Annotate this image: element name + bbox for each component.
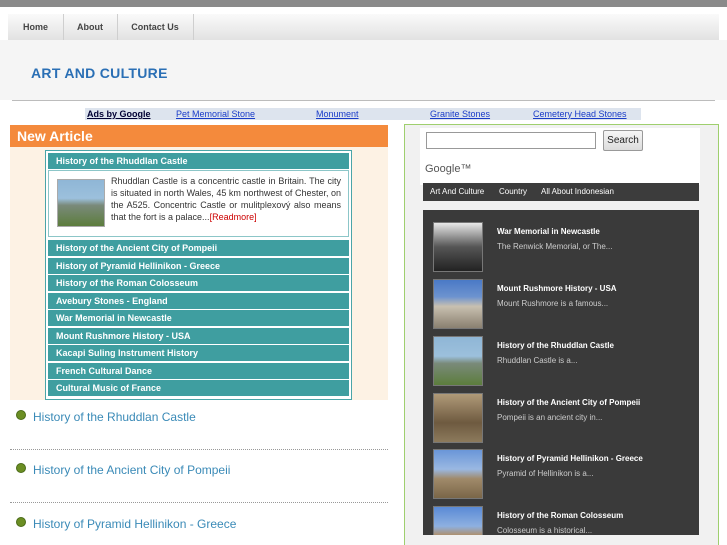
recent-post-title[interactable]: History of the Ancient City of Pompeii: [497, 398, 640, 407]
recent-post-title[interactable]: History of Pyramid Hellinikon - Greece: [497, 454, 643, 463]
sidebar-tabs: Art And Culture Country All About Indone…: [423, 183, 699, 201]
recent-post-item[interactable]: History of Pyramid Hellinikon - Greece P…: [423, 442, 699, 499]
site-title[interactable]: ART AND CULTURE: [31, 65, 168, 81]
recent-posts: War Memorial in Newcastle The Renwick Me…: [423, 210, 699, 535]
recent-post-title[interactable]: History of the Rhuddlan Castle: [497, 341, 614, 350]
recent-post-desc: Mount Rushmore is a famous...: [497, 299, 609, 308]
ad-link[interactable]: Granite Stones: [430, 108, 490, 120]
tab-all-about-indonesian[interactable]: All About Indonesian: [541, 183, 614, 201]
recent-post-title[interactable]: War Memorial in Newcastle: [497, 227, 600, 236]
google-logo: Google™: [425, 163, 472, 175]
post-link[interactable]: History of the Ancient City of Pompeii: [16, 463, 230, 477]
colosseum-thumbnail[interactable]: [433, 506, 483, 535]
ad-links-bar: Ads by Google Pet Memorial Stone Monumen…: [85, 108, 641, 120]
ad-link[interactable]: Pet Memorial Stone: [176, 108, 255, 120]
nav-contact-us[interactable]: Contact Us: [117, 14, 194, 40]
post-link[interactable]: History of Pyramid Hellinikon - Greece: [16, 517, 236, 531]
search-button[interactable]: Search: [603, 130, 643, 151]
mount-rushmore-thumbnail[interactable]: [433, 279, 483, 329]
bullet-icon: [16, 517, 26, 527]
accordion-item[interactable]: Kacapi Suling Instrument History: [48, 345, 349, 361]
main-nav: Home About Contact Us: [8, 14, 719, 41]
pompeii-thumbnail[interactable]: [433, 393, 483, 443]
recent-post-desc: Pyramid of Hellinikon is a...: [497, 469, 594, 478]
post-link[interactable]: History of the Rhuddlan Castle: [16, 410, 196, 424]
ads-by-google-label[interactable]: Ads by Google: [87, 108, 151, 120]
article-accordion: History of the Rhuddlan Castle Rhuddlan …: [45, 150, 352, 400]
recent-post-desc: The Renwick Memorial, or The...: [497, 242, 613, 251]
recent-post-item[interactable]: History of the Ancient City of Pompeii P…: [423, 386, 699, 443]
accordion-item[interactable]: History of Pyramid Hellinikon - Greece: [48, 258, 349, 274]
recent-post-desc: Rhuddlan Castle is a...: [497, 356, 578, 365]
divider: [12, 100, 715, 101]
tab-art-and-culture[interactable]: Art And Culture: [430, 183, 484, 201]
top-bar: [0, 0, 727, 7]
recent-post-desc: Pompeii is an ancient city in...: [497, 413, 603, 422]
accordion-content: Rhuddlan Castle is a concentric castle i…: [48, 170, 349, 237]
accordion-item[interactable]: Cultural Music of France: [48, 380, 349, 396]
recent-post-title[interactable]: History of the Roman Colosseum: [497, 511, 623, 520]
nav-about[interactable]: About: [63, 14, 118, 40]
accordion-item[interactable]: History of the Ancient City of Pompeii: [48, 240, 349, 256]
accordion-item[interactable]: History of the Roman Colosseum: [48, 275, 349, 291]
article-excerpt: Rhuddlan Castle is a concentric castle i…: [111, 176, 341, 222]
rhuddlan-castle-thumbnail[interactable]: [433, 336, 483, 386]
recent-post-title[interactable]: Mount Rushmore History - USA: [497, 284, 617, 293]
ad-link[interactable]: Cemetery Head Stones: [533, 108, 627, 120]
tab-country[interactable]: Country: [499, 183, 527, 201]
accordion-item[interactable]: Avebury Stones - England: [48, 293, 349, 309]
new-article-heading: New Article: [10, 125, 388, 147]
bullet-icon: [16, 463, 26, 473]
castle-thumbnail[interactable]: [57, 179, 105, 227]
recent-post-item[interactable]: War Memorial in Newcastle The Renwick Me…: [423, 215, 699, 272]
post-separator: [10, 502, 388, 503]
war-memorial-thumbnail[interactable]: [433, 222, 483, 272]
accordion-item[interactable]: War Memorial in Newcastle: [48, 310, 349, 326]
nav-home[interactable]: Home: [8, 14, 64, 40]
recent-post-item[interactable]: Mount Rushmore History - USA Mount Rushm…: [423, 272, 699, 329]
bullet-icon: [16, 410, 26, 420]
recent-post-item[interactable]: History of the Roman Colosseum Colosseum…: [423, 499, 699, 535]
post-separator: [10, 449, 388, 450]
accordion-item[interactable]: Mount Rushmore History - USA: [48, 328, 349, 344]
readmore-link[interactable]: [Readmore]: [210, 212, 257, 222]
accordion-item-open[interactable]: History of the Rhuddlan Castle: [48, 153, 349, 169]
search-input[interactable]: [426, 132, 596, 149]
accordion-item[interactable]: French Cultural Dance: [48, 363, 349, 379]
ad-link[interactable]: Monument: [316, 108, 359, 120]
recent-post-item[interactable]: History of the Rhuddlan Castle Rhuddlan …: [423, 329, 699, 386]
recent-post-desc: Colosseum is a historical...: [497, 526, 593, 535]
pyramid-hellinikon-thumbnail[interactable]: [433, 449, 483, 499]
